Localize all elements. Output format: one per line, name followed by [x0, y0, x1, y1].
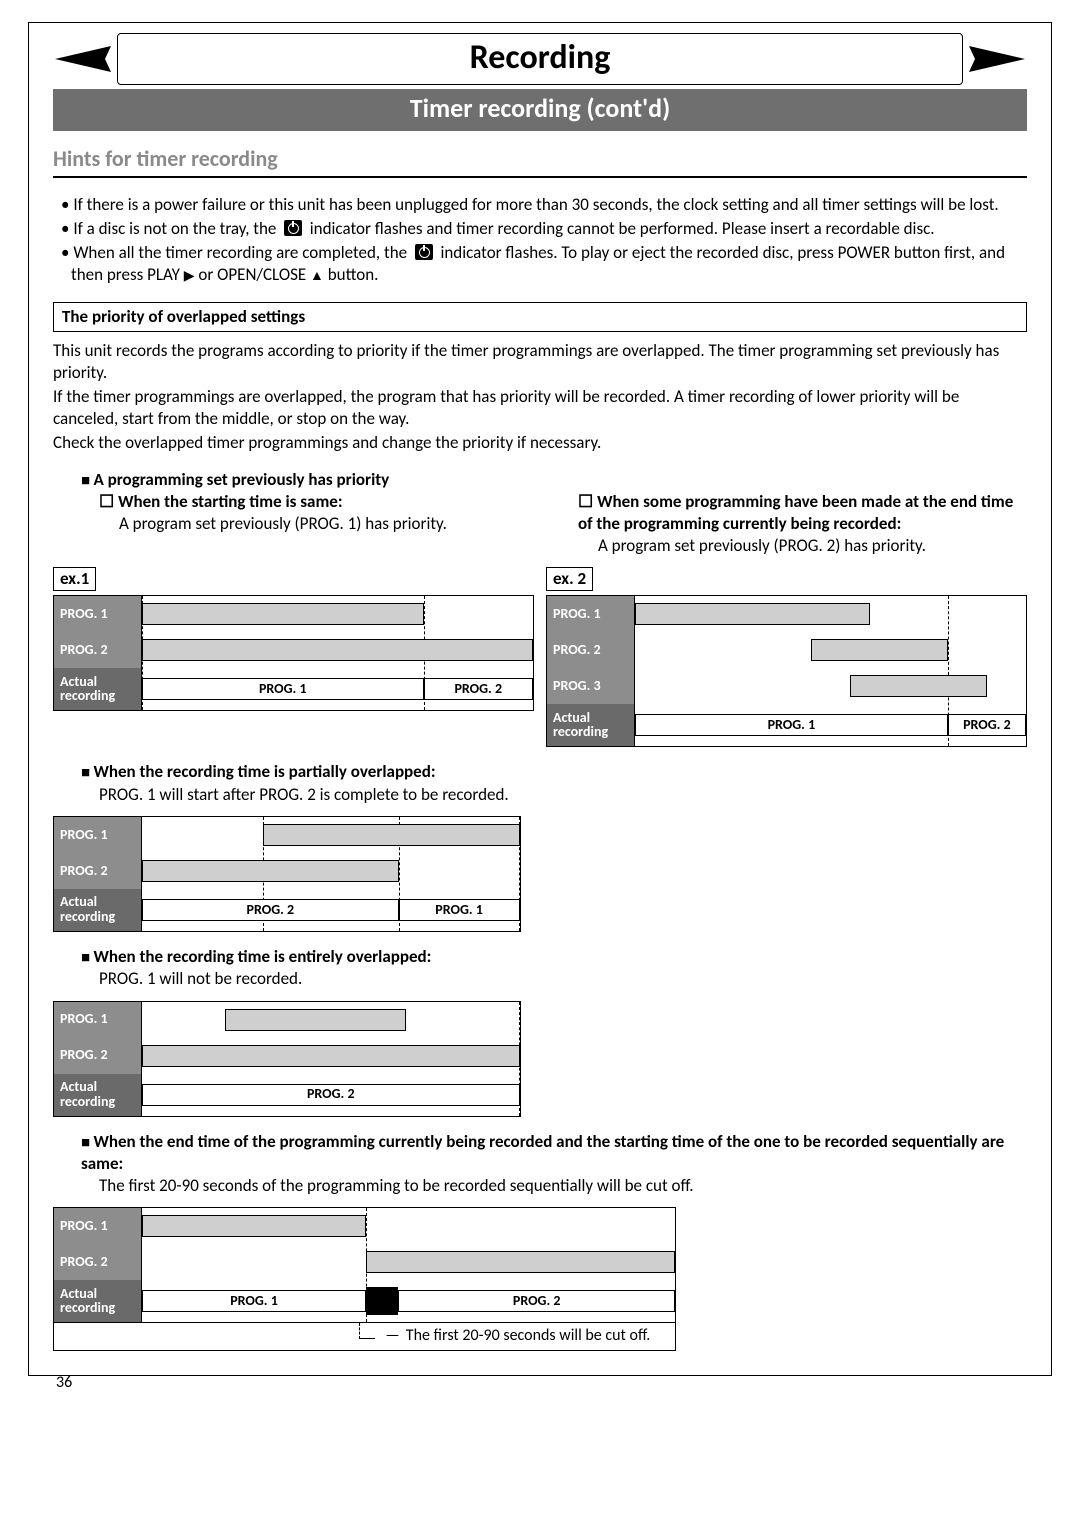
chart-ex1: ex.1 PROG. 1 PROG. 2 Actual recording PR…	[53, 567, 534, 711]
cutoff-annotation: — The first 20-90 seconds will be cut of…	[53, 1323, 676, 1351]
banner-left-decoration	[53, 44, 113, 74]
row-label: PROG. 2	[54, 1244, 142, 1280]
page-frame: Recording Timer recording (cont'd) Hints…	[28, 22, 1052, 1376]
actual-segment: PROG. 2	[142, 899, 399, 921]
eject-icon: ▲	[310, 267, 324, 284]
row-label: Actual recording	[547, 704, 635, 746]
row-label: PROG. 1	[547, 596, 635, 632]
row-label: PROG. 2	[54, 853, 142, 889]
actual-segment: PROG. 1	[142, 678, 424, 700]
annotation-bracket-icon	[359, 1323, 375, 1339]
chapter-title: Recording	[117, 33, 963, 85]
subcase-heading: When the starting time is same:	[99, 491, 548, 513]
timer-indicator-icon	[284, 220, 302, 236]
actual-segment: PROG. 1	[635, 714, 948, 736]
priority-intro: This unit records the programs according…	[53, 340, 1027, 384]
timer-indicator-icon	[415, 244, 433, 260]
actual-segment: PROG. 2	[948, 714, 1026, 736]
section-title: Timer recording (cont'd)	[53, 89, 1027, 131]
row-label: PROG. 2	[547, 632, 635, 668]
case-heading: A programming set previously has priorit…	[81, 469, 1027, 492]
case-heading: When the recording time is entirely over…	[81, 946, 1027, 969]
subcase-desc: A program set previously (PROG. 1) has p…	[119, 513, 548, 535]
chart-ex2: ex. 2 PROG. 1 PROG. 2 PROG. 3 Actual rec…	[546, 567, 1027, 747]
row-label: PROG. 2	[54, 1038, 142, 1074]
hints-heading: Hints for timer recording	[53, 145, 1027, 178]
row-label: Actual recording	[54, 1074, 142, 1116]
page-number: 36	[56, 1373, 72, 1394]
row-label: PROG. 3	[547, 668, 635, 704]
chart-sequential: PROG. 1 PROG. 2 Actual recording PROG. 1…	[53, 1207, 676, 1351]
case-heading: When the end time of the programming cur…	[81, 1131, 1027, 1176]
play-icon: ▶	[184, 267, 195, 284]
case-heading: When the recording time is partially ove…	[81, 761, 1027, 784]
row-label: PROG. 2	[54, 632, 142, 668]
actual-segment: PROG. 2	[398, 1290, 675, 1312]
row-label: PROG. 1	[54, 1208, 142, 1244]
subcase-desc: A program set previously (PROG. 2) has p…	[598, 535, 1027, 557]
cutoff-segment	[366, 1287, 398, 1315]
annotation-text: The first 20-90 seconds will be cut off.	[406, 1326, 651, 1347]
row-label: Actual recording	[54, 889, 142, 931]
row-label: PROG. 1	[54, 1002, 142, 1038]
actual-segment: PROG. 2	[424, 678, 533, 700]
case-previous-priority: A programming set previously has priorit…	[81, 469, 1027, 558]
chart-partial: PROG. 1 PROG. 2 Actual recording PROG. 2…	[53, 816, 521, 932]
priority-intro: Check the overlapped timer programmings …	[53, 432, 1027, 454]
row-label: Actual recording	[54, 1280, 142, 1322]
example-label: ex.1	[53, 567, 96, 591]
hint-text: If there is a power failure or this unit…	[73, 194, 998, 215]
case-partial-overlap: When the recording time is partially ove…	[81, 761, 1027, 806]
actual-segment: PROG. 2	[142, 1084, 520, 1106]
row-label: PROG. 1	[54, 596, 142, 632]
example-label: ex. 2	[546, 567, 593, 591]
hints-list: If there is a power failure or this unit…	[53, 194, 1027, 286]
case-desc: PROG. 1 will start after PROG. 2 is comp…	[99, 784, 1027, 806]
chapter-banner: Recording	[53, 33, 1027, 85]
hint-item: If a disc is not on the tray, the indica…	[61, 218, 1027, 240]
hint-item: When all the timer recording are complet…	[61, 242, 1027, 286]
case-desc: The first 20-90 seconds of the programmi…	[99, 1175, 1027, 1197]
priority-intro: If the timer programmings are overlapped…	[53, 386, 1027, 430]
case-sequential: When the end time of the programming cur…	[81, 1131, 1027, 1198]
banner-right-decoration	[967, 44, 1027, 74]
priority-heading-box: The priority of overlapped settings	[53, 302, 1027, 332]
case-entire-overlap: When the recording time is entirely over…	[81, 946, 1027, 991]
case-desc: PROG. 1 will not be recorded.	[99, 968, 1027, 990]
row-label: Actual recording	[54, 668, 142, 710]
actual-segment: PROG. 1	[399, 899, 520, 921]
chart-entire: PROG. 1 PROG. 2 Actual recording PROG. 2	[53, 1001, 521, 1117]
subcase-heading: When some programming have been made at …	[578, 491, 1027, 535]
row-label: PROG. 1	[54, 817, 142, 853]
actual-segment: PROG. 1	[142, 1290, 366, 1312]
hint-item: If there is a power failure or this unit…	[61, 194, 1027, 216]
